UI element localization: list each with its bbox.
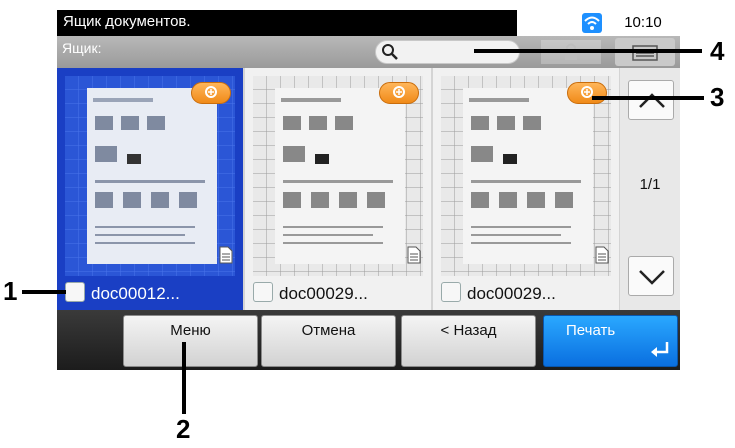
document-tile[interactable]: doc00029...: [245, 68, 431, 310]
screen-title: Ящик документов.: [63, 13, 191, 30]
callout-line-2: [182, 342, 186, 414]
box-label: Ящик:: [62, 40, 102, 56]
search-icon: [381, 43, 399, 66]
callout-2: 2: [176, 414, 191, 444]
callout-line-3: [592, 96, 704, 100]
print-button-label: Печать: [566, 322, 616, 339]
callout-1: 1: [3, 276, 18, 306]
document-thumbnail: [441, 76, 611, 276]
zoom-icon: [393, 86, 405, 98]
document-thumbnail: [253, 76, 423, 276]
clock: 10:10: [606, 10, 680, 36]
callout-line-1: [22, 290, 66, 294]
document-tile[interactable]: doc00029...: [433, 68, 619, 310]
document-icon: [595, 246, 609, 269]
callout-line-4: [474, 49, 702, 53]
page-indicator: 1/1: [639, 176, 661, 193]
document-grid: doc00012... doc00029... doc00029...: [57, 68, 620, 310]
zoom-preview-button[interactable]: [191, 82, 231, 104]
zoom-preview-button[interactable]: [567, 82, 607, 104]
document-thumbnail: [65, 76, 235, 276]
wifi-icon: [582, 13, 602, 33]
document-icon: [219, 246, 233, 269]
document-icon: [407, 246, 421, 269]
zoom-icon: [205, 86, 217, 98]
document-tile[interactable]: doc00012...: [57, 68, 243, 310]
wifi-area: [517, 10, 607, 36]
select-checkbox[interactable]: [65, 282, 85, 302]
callout-3: 3: [710, 82, 725, 112]
enter-icon: [649, 340, 671, 362]
document-name: doc00029...: [279, 284, 368, 303]
back-button[interactable]: < Назад: [401, 315, 536, 367]
print-button[interactable]: Печать: [543, 315, 678, 367]
callout-4: 4: [710, 36, 725, 66]
document-name: doc00029...: [467, 284, 556, 303]
chevron-down-icon: [639, 270, 665, 285]
page-down-button[interactable]: [628, 256, 674, 296]
status-bar: Ящик документов. 10:10: [57, 10, 680, 36]
zoom-preview-button[interactable]: [379, 82, 419, 104]
document-name: doc00012...: [91, 284, 180, 303]
select-checkbox[interactable]: [441, 282, 461, 302]
page-up-button[interactable]: [628, 80, 674, 120]
select-checkbox[interactable]: [253, 282, 273, 302]
bottom-bar: Меню Отмена < Назад Печать: [57, 310, 680, 370]
menu-button[interactable]: Меню: [123, 315, 258, 367]
pager: 1/1: [620, 68, 680, 310]
cancel-button[interactable]: Отмена: [261, 315, 396, 367]
touch-panel-screen: Ящик документов. 10:10 Ящик: doc00012...…: [57, 10, 680, 370]
chevron-up-icon: [639, 93, 665, 108]
